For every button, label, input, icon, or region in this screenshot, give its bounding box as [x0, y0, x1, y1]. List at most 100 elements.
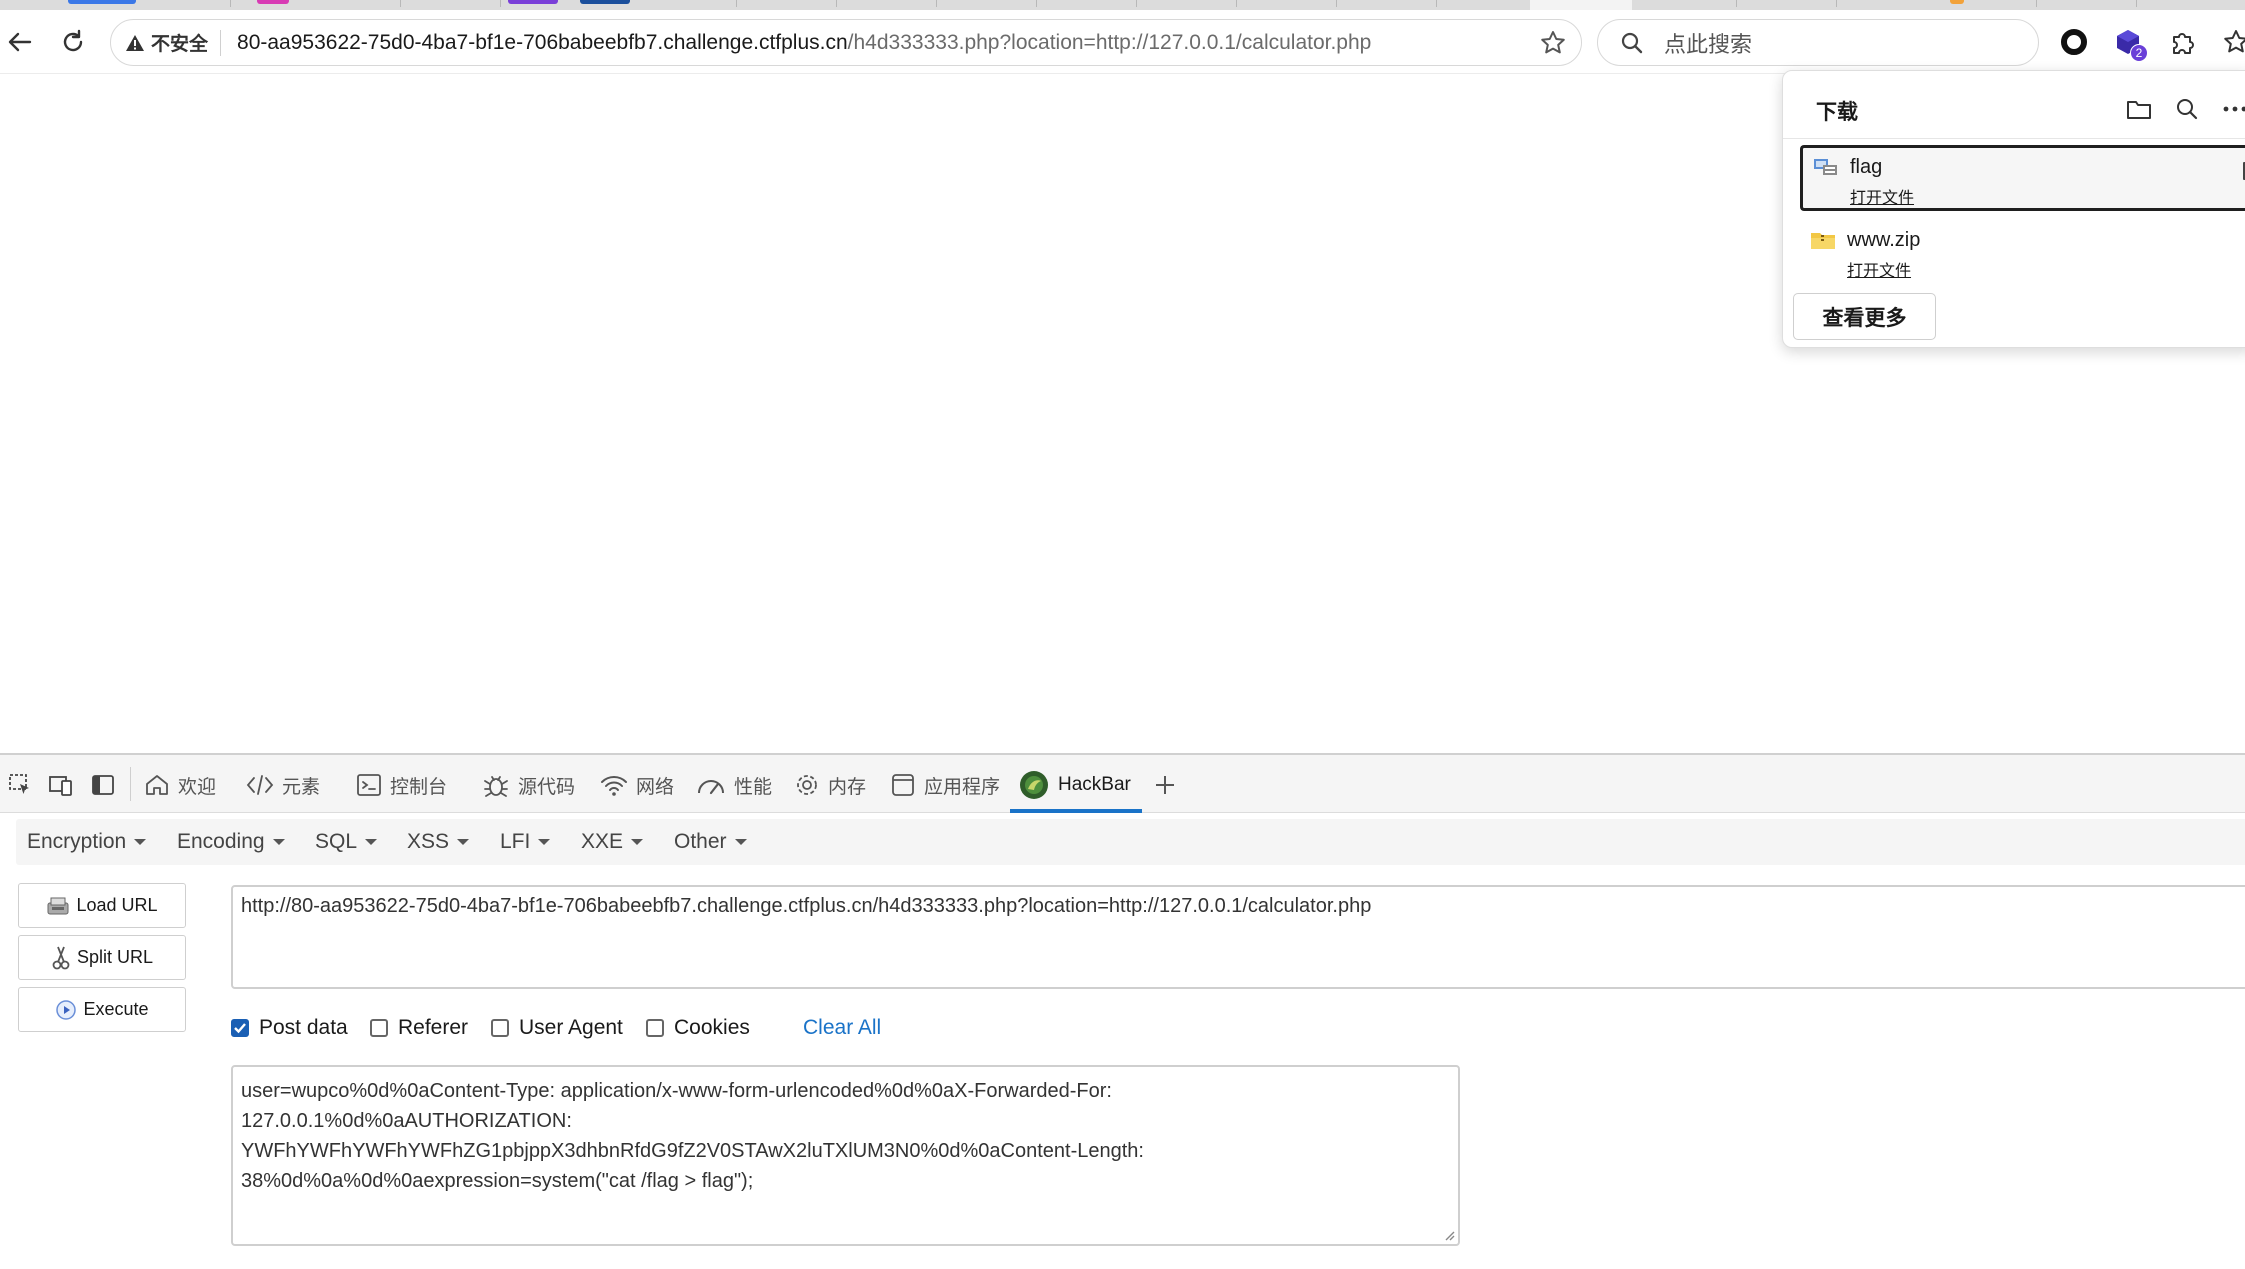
user-agent-checkbox[interactable] — [491, 1019, 509, 1037]
tab-separator — [230, 0, 231, 7]
device-emulation-button[interactable] — [47, 771, 75, 799]
tab-favicon-3[interactable] — [508, 0, 558, 4]
menu-other[interactable]: Other — [674, 830, 747, 854]
download-item-flag[interactable]: flag 打开文件 — [1800, 145, 2245, 211]
wifi-icon — [601, 776, 627, 796]
address-bar[interactable]: 不安全 80-aa953622-75d0-4ba7-bf1e-706babeeb… — [110, 19, 1582, 66]
split-url-button[interactable]: Split URL — [18, 935, 186, 980]
code-icon — [246, 775, 274, 795]
url-path: /h4d333333.php?location=http://127.0.0.1… — [847, 30, 1372, 54]
tab-favicon-2[interactable] — [257, 0, 289, 4]
tab-console[interactable]: 控制台 — [356, 763, 447, 807]
menu-lfi[interactable]: LFI — [500, 830, 551, 854]
inspect-icon — [9, 774, 29, 794]
tab-label: 性能 — [734, 776, 773, 798]
tab-strip-right — [1632, 0, 2245, 10]
load-url-button[interactable]: Load URL — [18, 883, 186, 928]
tab-performance[interactable]: 性能 — [696, 763, 772, 807]
play-icon — [56, 999, 77, 1020]
extensions-button[interactable] — [2164, 24, 2200, 60]
downloads-panel: 下载 flag 打开文件 www.zip 打开文件 查看更多 — [1782, 70, 2245, 348]
address-separator — [220, 29, 222, 56]
hackbar-menu: Encryption Encoding SQL XSS LFI XXE Othe… — [16, 819, 2245, 865]
tab-memory[interactable]: 内存 — [794, 763, 866, 807]
post-data-textarea[interactable]: user=wupco%0d%0aContent-Type: applicatio… — [231, 1065, 1460, 1246]
bug-icon — [484, 776, 508, 797]
menu-label: Encryption — [27, 830, 127, 853]
caret-down-icon — [134, 839, 147, 845]
menu-label: Encoding — [177, 830, 265, 853]
download-item-www-zip[interactable]: www.zip 打开文件 — [1800, 221, 2245, 287]
tab-elements[interactable]: 元素 — [246, 763, 320, 807]
star-list-icon — [2224, 30, 2245, 53]
tab-label: 控制台 — [390, 776, 448, 798]
menu-encryption[interactable]: Encryption — [27, 830, 147, 854]
referer-toggle[interactable]: Referer — [370, 1016, 468, 1040]
cookies-toggle[interactable]: Cookies — [646, 1016, 750, 1040]
caret-down-icon — [734, 839, 747, 845]
user-agent-toggle[interactable]: User Agent — [491, 1016, 623, 1040]
reload-icon — [63, 29, 83, 52]
tab-hackbar[interactable]: HackBar — [1018, 763, 1131, 807]
menu-xss[interactable]: XSS — [407, 830, 470, 854]
tab-favicon-4[interactable] — [580, 0, 630, 4]
tab-separator — [1836, 0, 1837, 7]
reload-button[interactable] — [53, 22, 93, 62]
open-downloads-folder-button[interactable] — [2123, 93, 2155, 125]
post-data-checkbox[interactable] — [231, 1019, 249, 1037]
security-indicator[interactable]: 不安全 — [125, 29, 208, 56]
tab-application[interactable]: 应用程序 — [890, 763, 1000, 807]
resize-grip-icon[interactable] — [1443, 1229, 1455, 1241]
tab-separator — [1036, 0, 1037, 7]
execute-button[interactable]: Execute — [18, 987, 186, 1032]
tab-favicon-1[interactable] — [68, 0, 136, 4]
url-textarea[interactable]: http://80-aa953622-75d0-4ba7-bf1e-706bab… — [231, 885, 2245, 989]
load-icon — [47, 897, 69, 914]
checkbox-label: Post data — [259, 1016, 348, 1039]
tab-network[interactable]: 网络 — [600, 763, 674, 807]
inspect-element-button[interactable] — [6, 771, 34, 799]
extension-ring-button[interactable] — [2056, 24, 2092, 60]
download-open-link[interactable]: 打开文件 — [1850, 184, 1914, 208]
downloads-more-options-button[interactable] — [2219, 93, 2245, 125]
button-label: Split URL — [76, 947, 154, 967]
menu-xxe[interactable]: XXE — [581, 830, 644, 854]
hackbar-icon — [1020, 771, 1048, 799]
menu-encoding[interactable]: Encoding — [177, 830, 285, 854]
ring-icon — [2061, 29, 2087, 55]
download-open-link[interactable]: 打开文件 — [1847, 257, 1911, 281]
back-button[interactable] — [0, 22, 40, 62]
extension-cube-button[interactable]: 2 — [2110, 24, 2148, 62]
url-text[interactable]: 80-aa953622-75d0-4ba7-bf1e-706babeebfb7.… — [237, 31, 1371, 55]
dock-icon — [92, 775, 114, 795]
see-more-button[interactable]: 查看更多 — [1793, 293, 1936, 340]
cookies-checkbox[interactable] — [646, 1019, 664, 1037]
tab-label: 内存 — [828, 776, 867, 798]
favorite-button[interactable] — [1539, 29, 1567, 62]
menu-sql[interactable]: SQL — [315, 830, 378, 854]
search-downloads-button[interactable] — [2171, 93, 2203, 125]
ellipsis-icon — [2223, 106, 2245, 112]
referer-checkbox[interactable] — [370, 1019, 388, 1037]
security-label: 不安全 — [151, 34, 209, 55]
add-tool-button[interactable] — [1151, 771, 1179, 799]
post-data-toggle[interactable]: Post data — [231, 1016, 348, 1040]
zip-folder-icon — [1811, 233, 1835, 249]
search-placeholder: 点此搜索 — [1664, 31, 1753, 57]
button-label: Load URL — [76, 895, 158, 915]
tab-favicon-5[interactable] — [1950, 0, 1964, 4]
menu-label: XXE — [581, 830, 624, 853]
tab-welcome[interactable]: 欢迎 — [144, 763, 216, 807]
puzzle-icon — [2173, 33, 2194, 54]
tab-separator — [1336, 0, 1337, 7]
search-icon — [2177, 99, 2198, 120]
search-box[interactable]: 点此搜索 — [1597, 19, 2039, 66]
tab-sources[interactable]: 源代码 — [482, 763, 575, 807]
favorites-button[interactable] — [2218, 24, 2245, 60]
download-name: www.zip — [1847, 229, 1921, 251]
tab-separator — [936, 0, 937, 7]
star-icon — [1541, 31, 1565, 54]
dock-side-button[interactable] — [89, 771, 117, 799]
clear-all-link[interactable]: Clear All — [803, 1016, 881, 1040]
gear-icon — [797, 775, 817, 795]
